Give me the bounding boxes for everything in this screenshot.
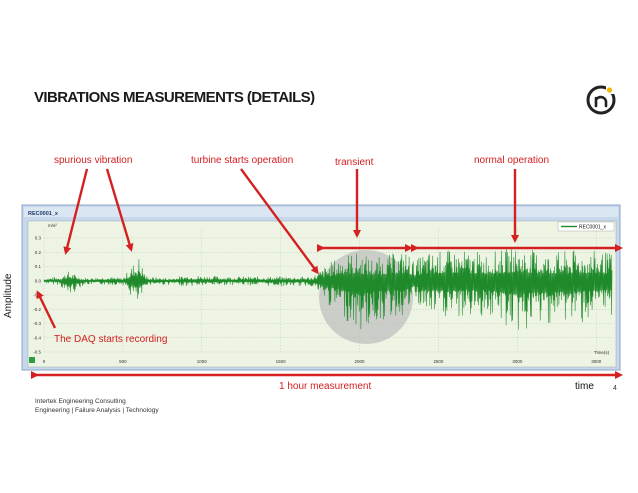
y-tick-label: 0.0 bbox=[35, 278, 42, 283]
y-tick-label: -0.2 bbox=[33, 307, 41, 312]
x-axis-label: Time(s) bbox=[594, 350, 610, 355]
plot-tool-icon bbox=[29, 357, 35, 363]
y-tick-label: 0.1 bbox=[35, 264, 42, 269]
y-tick-label: 0.3 bbox=[35, 236, 42, 241]
x-tick-label: 2000 bbox=[355, 359, 366, 364]
x-tick-label: 500 bbox=[119, 359, 127, 364]
unit-label: m/s² bbox=[48, 223, 57, 228]
x-axis-title: time bbox=[575, 381, 594, 392]
y-tick-label: 0.2 bbox=[35, 250, 42, 255]
legend-label: REC0001_x bbox=[579, 225, 606, 231]
footer-company: Intertek Engineering Consulting bbox=[35, 398, 126, 405]
annotation-turbine: turbine starts operation bbox=[191, 155, 294, 166]
y-tick-label: -0.5 bbox=[33, 350, 41, 355]
annotation-daq: The DAQ starts recording bbox=[54, 334, 168, 345]
y-tick-label: -0.4 bbox=[33, 335, 41, 340]
annotation-spurious: spurious vibration bbox=[54, 155, 133, 166]
x-tick-label: 3000 bbox=[512, 359, 523, 364]
chart-area: REC0001_x 0.30.20.10.0-0.1-0.2-0.3-0.4-0… bbox=[21, 168, 623, 379]
footer: Intertek Engineering Consulting Engineer… bbox=[35, 398, 159, 415]
annotation-normal: normal operation bbox=[474, 155, 550, 166]
x-tick-label: 3500 bbox=[591, 359, 602, 364]
footer-tagline: Engineering | Failure Analysis | Technol… bbox=[35, 406, 159, 414]
x-tick-label: 2500 bbox=[433, 359, 444, 364]
x-tick-label: 1000 bbox=[197, 359, 208, 364]
window-titlebar bbox=[24, 207, 618, 217]
window-title: REC0001_x bbox=[28, 211, 59, 217]
y-tick-label: -0.3 bbox=[33, 321, 41, 326]
x-tick-label: 1500 bbox=[276, 359, 287, 364]
annotation-transient: transient bbox=[335, 157, 374, 168]
duration-label: 1 hour measurement bbox=[279, 381, 372, 392]
page-number: 4 bbox=[613, 385, 617, 392]
